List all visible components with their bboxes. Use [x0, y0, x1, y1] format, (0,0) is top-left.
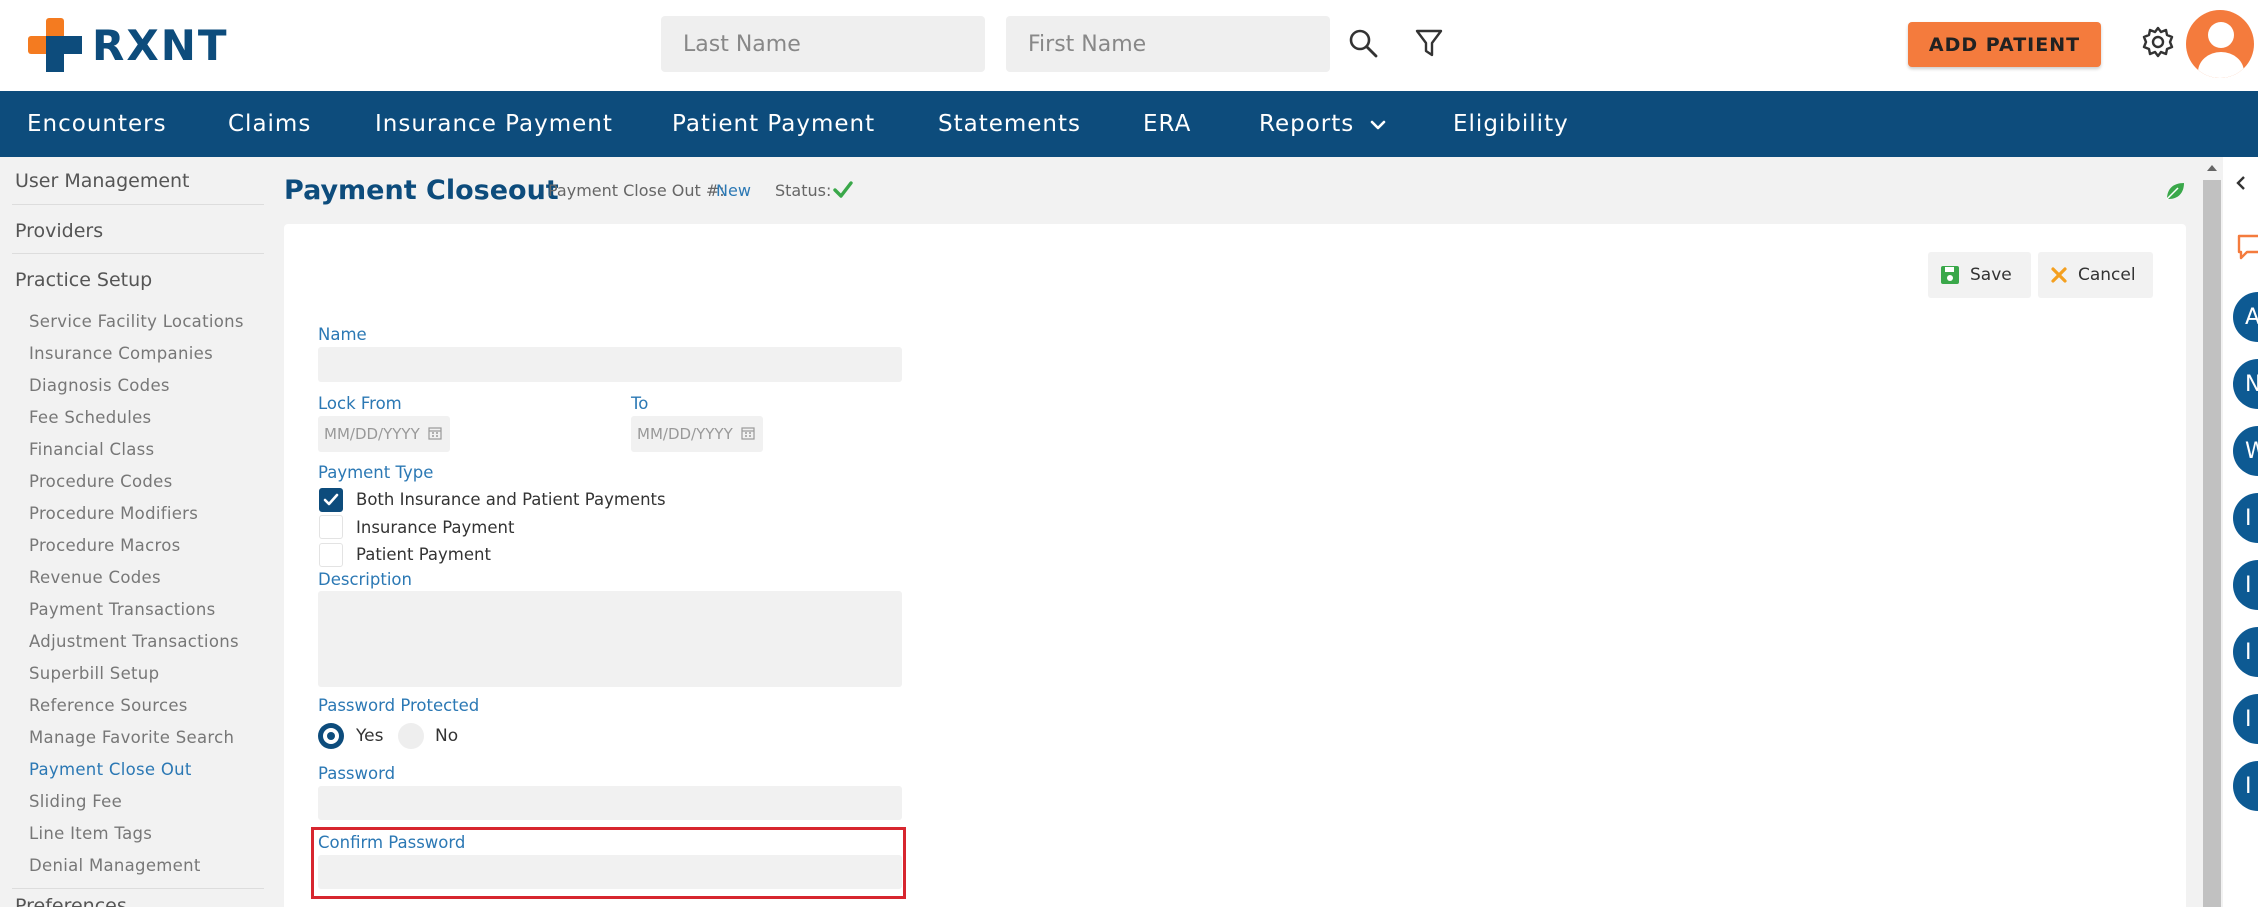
nav-item-eligibility[interactable]: Eligibility [1453, 111, 1569, 137]
chat-bubble-icon[interactable] [2237, 234, 2258, 260]
logo-text: RXNT [92, 20, 229, 70]
first-name-search-input[interactable]: First Name [1006, 16, 1330, 72]
insurance-payment-label: Insurance Payment [356, 518, 515, 537]
nav-item-encounters[interactable]: Encounters [27, 111, 167, 137]
sidebar-item-diagnosis-codes[interactable]: Diagnosis Codes [29, 376, 170, 395]
closeout-number-label: Payment Close Out #: [548, 181, 725, 200]
app-header: RXNT Last Name First Name ADD PATIENT [0, 0, 2258, 91]
sidebar-item-user-management[interactable]: User Management [15, 170, 190, 192]
to-date-input[interactable]: MM/DD/YYYY [631, 416, 763, 452]
sidebar-item-line-item-tags[interactable]: Line Item Tags [29, 824, 152, 843]
sidebar-item-adjustment-transactions[interactable]: Adjustment Transactions [29, 632, 239, 651]
sidebar-item-sliding-fee[interactable]: Sliding Fee [29, 792, 122, 811]
sidebar-item-providers[interactable]: Providers [15, 220, 103, 242]
to-placeholder: MM/DD/YYYY [637, 425, 733, 443]
checkbox-insurance-payment[interactable] [319, 515, 343, 539]
sidebar-item-reference-sources[interactable]: Reference Sources [29, 696, 188, 715]
radio-yes-label: Yes [356, 726, 384, 746]
password-protected-label: Password Protected [318, 696, 480, 715]
sidebar-item-service-facility-locations[interactable]: Service Facility Locations [29, 312, 244, 331]
sidebar-item-preferences[interactable]: Preferences [15, 895, 127, 907]
rail-item-a[interactable]: A [2233, 292, 2258, 342]
sidebar-item-financial-class[interactable]: Financial Class [29, 440, 154, 459]
chevron-left-icon[interactable] [2235, 175, 2247, 191]
rxnt-logo[interactable]: RXNT [28, 18, 229, 72]
calendar-icon[interactable] [741, 426, 755, 440]
checkbox-patient-payment[interactable] [319, 543, 343, 567]
sidebar-item-payment-transactions[interactable]: Payment Transactions [29, 600, 215, 619]
last-name-search-input[interactable]: Last Name [661, 16, 985, 72]
save-button[interactable]: Save [1928, 252, 2031, 298]
scroll-up-arrow-icon[interactable] [2205, 163, 2219, 173]
save-label: Save [1970, 265, 2012, 285]
sidebar-item-procedure-macros[interactable]: Procedure Macros [29, 536, 180, 555]
password-input[interactable] [318, 786, 902, 820]
description-textarea[interactable] [318, 591, 902, 687]
confirm-password-highlight [311, 827, 906, 899]
name-label: Name [318, 325, 367, 344]
nav-item-era[interactable]: ERA [1143, 111, 1191, 137]
rail-item-n[interactable]: N [2233, 359, 2258, 409]
rail-item-i-4[interactable]: I [2233, 694, 2258, 744]
nav-item-reports[interactable]: Reports [1259, 111, 1354, 137]
search-icon[interactable] [1346, 26, 1380, 60]
radio-no[interactable] [398, 723, 424, 749]
to-label: To [631, 394, 649, 413]
payment-type-label: Payment Type [318, 463, 434, 482]
closeout-number-value: New [716, 181, 751, 200]
sidebar-item-fee-schedules[interactable]: Fee Schedules [29, 408, 151, 427]
floppy-disk-icon [1941, 266, 1959, 284]
rail-item-i-3[interactable]: I [2233, 627, 2258, 677]
sidebar-item-payment-close-out[interactable]: Payment Close Out [29, 760, 192, 779]
right-rail: A N W I I I I I [2223, 157, 2258, 907]
filter-icon[interactable] [1414, 26, 1444, 60]
sidebar-item-superbill-setup[interactable]: Superbill Setup [29, 664, 159, 683]
settings-sidebar: User Management Providers Practice Setup… [0, 157, 270, 907]
scrollbar-thumb[interactable] [2203, 180, 2221, 907]
sidebar-item-denial-management[interactable]: Denial Management [29, 856, 201, 875]
nav-item-insurance-payment[interactable]: Insurance Payment [375, 111, 613, 137]
rail-item-i-1[interactable]: I [2233, 493, 2258, 543]
close-icon [2051, 267, 2067, 283]
main-nav: Encounters Claims Insurance Payment Pati… [0, 91, 2258, 157]
sidebar-item-insurance-companies[interactable]: Insurance Companies [29, 344, 213, 363]
page-title: Payment Closeout [284, 175, 559, 206]
sidebar-item-revenue-codes[interactable]: Revenue Codes [29, 568, 161, 587]
lock-from-date-input[interactable]: MM/DD/YYYY [318, 416, 450, 452]
sidebar-item-manage-favorite-search[interactable]: Manage Favorite Search [29, 728, 234, 747]
check-icon [323, 493, 339, 506]
user-avatar[interactable] [2186, 10, 2254, 78]
nav-item-statements[interactable]: Statements [938, 111, 1081, 137]
nav-item-claims[interactable]: Claims [228, 111, 311, 137]
nav-item-patient-payment[interactable]: Patient Payment [672, 111, 875, 137]
status-check-icon [833, 181, 853, 198]
calendar-icon[interactable] [428, 426, 442, 440]
patient-payment-label: Patient Payment [356, 545, 491, 564]
both-payments-label: Both Insurance and Patient Payments [356, 490, 666, 509]
status-label: Status: [775, 181, 832, 200]
description-label: Description [318, 570, 412, 589]
rail-item-i-5[interactable]: I [2233, 761, 2258, 811]
lock-from-placeholder: MM/DD/YYYY [324, 425, 420, 443]
logo-cross-icon [28, 18, 82, 72]
sidebar-item-practice-setup[interactable]: Practice Setup [15, 269, 152, 291]
chevron-down-icon[interactable] [1370, 119, 1386, 131]
checkbox-both-payments[interactable] [319, 488, 343, 512]
rail-item-i-2[interactable]: I [2233, 560, 2258, 610]
cancel-label: Cancel [2078, 265, 2136, 285]
radio-yes[interactable] [318, 723, 344, 749]
rail-item-w[interactable]: W [2233, 426, 2258, 476]
radio-no-label: No [435, 726, 459, 746]
sidebar-item-procedure-modifiers[interactable]: Procedure Modifiers [29, 504, 198, 523]
add-patient-button[interactable]: ADD PATIENT [1908, 22, 2101, 67]
name-input[interactable] [318, 347, 902, 382]
sidebar-item-procedure-codes[interactable]: Procedure Codes [29, 472, 173, 491]
cancel-button[interactable]: Cancel [2038, 252, 2153, 298]
leaf-icon[interactable] [2164, 180, 2186, 202]
password-label: Password [318, 764, 396, 783]
gear-icon[interactable] [2140, 24, 2176, 60]
lock-from-label: Lock From [318, 394, 402, 413]
